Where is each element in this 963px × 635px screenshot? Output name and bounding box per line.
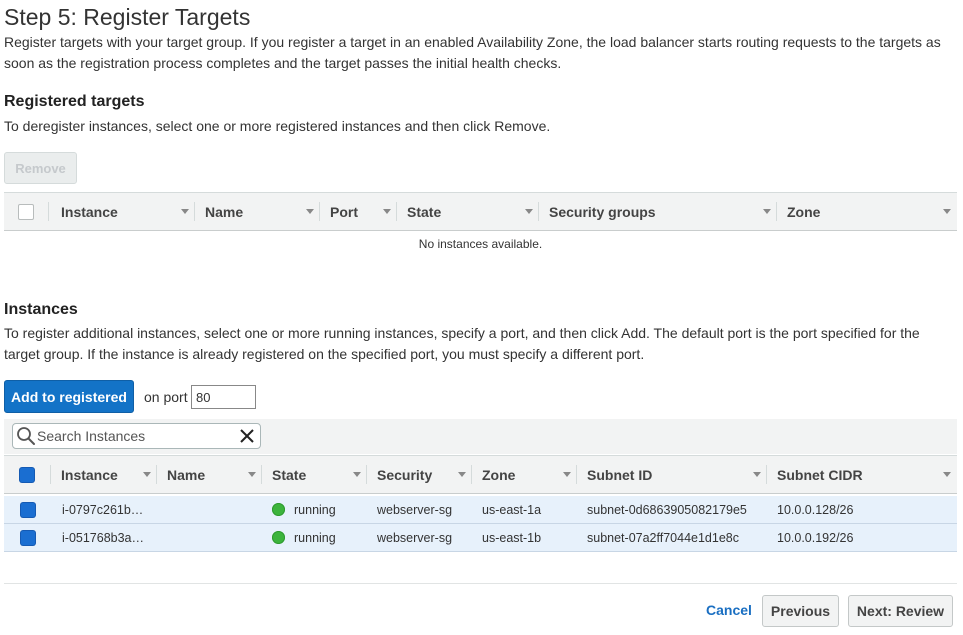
search-input[interactable]	[37, 425, 232, 447]
col-instance-registered[interactable]: Instance	[51, 193, 195, 230]
col-label: Subnet CIDR	[777, 466, 863, 483]
caret-down-icon	[943, 209, 951, 214]
select-all-instances-checkbox[interactable]	[20, 467, 34, 482]
caret-down-icon	[306, 209, 314, 214]
caret-down-icon	[181, 209, 189, 214]
select-all-registered-cell	[4, 193, 49, 230]
col-instance[interactable]: Instance	[51, 456, 157, 493]
row-checkbox[interactable]	[21, 502, 35, 517]
cell-zone: us-east-1b	[482, 530, 542, 545]
registered-targets-description: To deregister instances, select one or m…	[4, 118, 551, 134]
col-zone-registered[interactable]: Zone	[777, 193, 957, 230]
caret-down-icon	[525, 209, 533, 214]
col-security-groups-registered[interactable]: Security groups	[539, 193, 777, 230]
cell-instance: i-051768b3a…	[62, 530, 145, 545]
status-dot-icon	[272, 531, 285, 544]
col-security[interactable]: Security	[367, 456, 472, 493]
col-label: Port	[330, 203, 358, 220]
registered-targets-header: Instance Name Port State Security groups…	[4, 192, 957, 231]
col-label: Security	[377, 466, 433, 483]
col-label: Security groups	[549, 203, 656, 220]
row-checkbox[interactable]	[21, 530, 35, 545]
port-label: on port	[144, 389, 188, 405]
cell-name	[157, 524, 262, 551]
add-to-registered-button[interactable]: Add to registered	[4, 380, 134, 413]
col-label: Name	[205, 203, 244, 220]
cell-name	[157, 496, 262, 523]
caret-down-icon	[763, 209, 771, 214]
cell-state: running	[262, 496, 367, 523]
registered-targets-title: Registered targets	[4, 93, 145, 110]
cell-security: webserver-sg	[377, 502, 453, 517]
cell-subnet-cidr: 10.0.0.192/26	[777, 530, 854, 545]
row-select-cell	[4, 524, 51, 551]
select-all-registered-checkbox[interactable]	[18, 203, 34, 220]
row-select-cell	[4, 496, 51, 523]
instances-description: To register additional instances, select…	[4, 325, 920, 362]
col-subnet-id[interactable]: Subnet ID	[577, 456, 767, 493]
cell-instance: i-0797c261b…	[62, 502, 144, 517]
state-label: running	[294, 502, 336, 517]
col-label: Zone	[482, 466, 516, 483]
search-icon	[17, 427, 35, 445]
caret-down-icon	[458, 472, 466, 477]
caret-down-icon	[248, 472, 256, 477]
col-name[interactable]: Name	[157, 456, 262, 493]
cell-security: webserver-sg	[377, 530, 453, 545]
col-label: State	[407, 203, 442, 220]
col-label: Zone	[787, 203, 821, 220]
table-row[interactable]: i-0797c261b… running webserver-sg us-eas…	[4, 496, 957, 524]
select-all-instances-cell	[4, 456, 51, 493]
caret-down-icon	[143, 472, 151, 477]
no-instances-message: No instances available.	[418, 237, 543, 251]
caret-down-icon	[563, 472, 571, 477]
col-label: State	[272, 466, 307, 483]
port-input[interactable]	[191, 385, 256, 409]
close-icon[interactable]	[238, 427, 256, 445]
col-label: Instance	[61, 466, 118, 483]
state-label: running	[294, 530, 336, 545]
col-label: Name	[167, 466, 206, 483]
col-name-registered[interactable]: Name	[195, 193, 320, 230]
remove-button[interactable]: Remove	[4, 152, 77, 184]
cancel-link[interactable]: Cancel	[706, 602, 752, 618]
previous-button[interactable]: Previous	[762, 595, 839, 627]
caret-down-icon	[943, 472, 951, 477]
table-row[interactable]: i-051768b3a… running webserver-sg us-eas…	[4, 524, 957, 552]
caret-down-icon	[383, 209, 391, 214]
cell-zone: us-east-1a	[482, 502, 542, 517]
col-zone[interactable]: Zone	[472, 456, 577, 493]
col-state-registered[interactable]: State	[397, 193, 539, 230]
instances-title: Instances	[4, 301, 78, 318]
col-state[interactable]: State	[262, 456, 367, 493]
cell-subnet-id: subnet-0d6863905082179e5	[587, 502, 747, 517]
cell-subnet-cidr: 10.0.0.128/26	[777, 502, 854, 517]
col-port-registered[interactable]: Port	[320, 193, 397, 230]
col-subnet-cidr[interactable]: Subnet CIDR	[767, 456, 957, 493]
page-description: Register targets with your target group.…	[4, 34, 941, 71]
status-dot-icon	[272, 503, 285, 516]
caret-down-icon	[753, 472, 761, 477]
cell-state: running	[262, 524, 367, 551]
page-title: Step 5: Register Targets	[4, 4, 251, 30]
cell-subnet-id: subnet-07a2ff7044e1d1e8c	[587, 530, 739, 545]
col-label: Instance	[61, 203, 118, 220]
instances-header: Instance Name State Security Zone Subnet…	[4, 455, 957, 494]
next-review-button[interactable]: Next: Review	[848, 595, 953, 627]
col-label: Subnet ID	[587, 466, 653, 483]
footer-divider	[4, 583, 957, 584]
caret-down-icon	[353, 472, 361, 477]
